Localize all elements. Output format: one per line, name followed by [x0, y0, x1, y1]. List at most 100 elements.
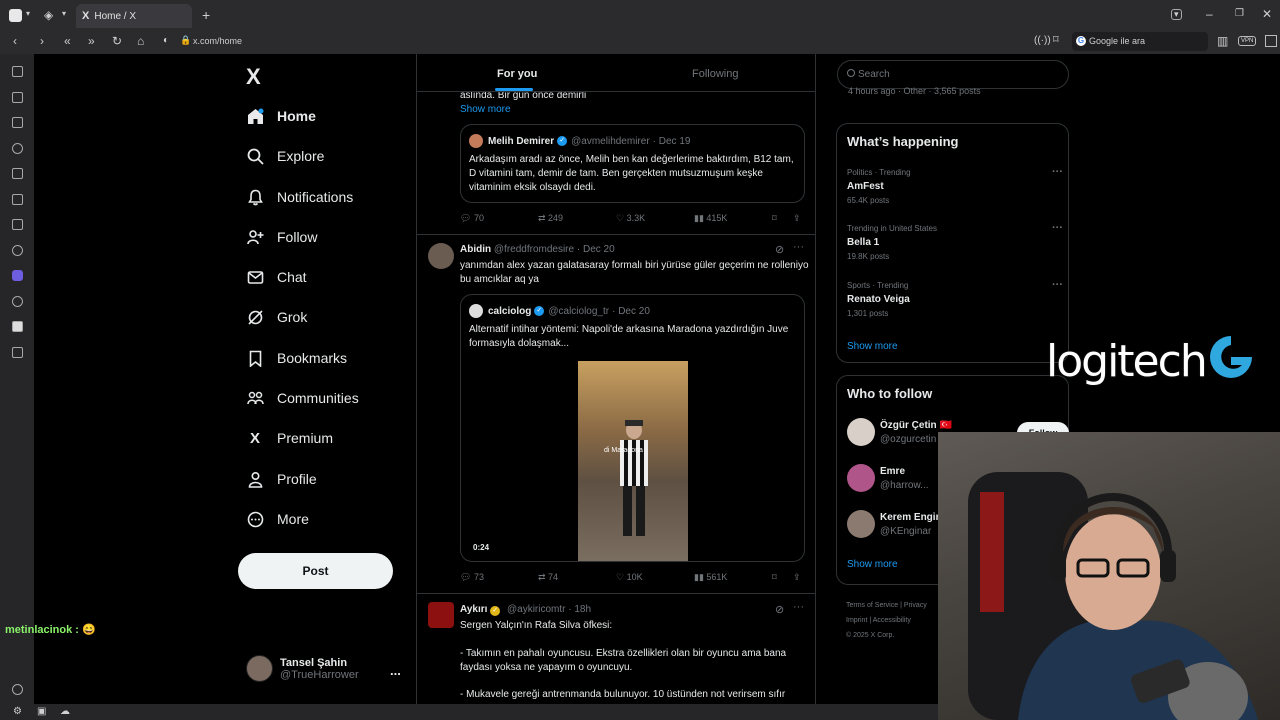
- browser-tab[interactable]: X Home / X: [76, 4, 192, 28]
- nav-profile[interactable]: Profile: [246, 465, 317, 493]
- share-icon[interactable]: ⇪: [793, 572, 801, 583]
- home-page-icon[interactable]: ⌂: [137, 35, 144, 47]
- rewind-icon[interactable]: «: [64, 35, 71, 47]
- bookmark-icon[interactable]: ⌑: [772, 213, 777, 224]
- settings-gear-icon[interactable]: ⚙: [13, 707, 22, 717]
- like-button[interactable]: ♡ 3.3K: [616, 213, 645, 224]
- account-switcher[interactable]: Tansel Şahin @TrueHarrower: [246, 655, 359, 682]
- suggestion-name: Özgür Çetin 🇹🇷: [880, 419, 952, 431]
- nav-grok[interactable]: Grok: [246, 303, 307, 331]
- bookmarks-panel-icon[interactable]: [12, 66, 23, 77]
- quoted-tweet[interactable]: calciolog ✓ @calciolog_tr · Dec 20 Alter…: [460, 294, 805, 562]
- more-icon[interactable]: ···: [1052, 222, 1063, 234]
- reply-button[interactable]: 💬︎ 73: [460, 572, 484, 583]
- bookmark-page-icon[interactable]: ⌑: [1053, 35, 1059, 46]
- close-icon[interactable]: ✕: [1262, 8, 1272, 20]
- show-more-link[interactable]: Show more: [847, 559, 898, 570]
- vpn-button[interactable]: VPN: [1238, 36, 1257, 46]
- footer-imprint-link[interactable]: Imprint: [846, 617, 867, 624]
- panel-icon[interactable]: [1265, 35, 1277, 47]
- cloud-icon[interactable]: ☁: [60, 707, 70, 717]
- nav-more[interactable]: More: [246, 505, 309, 533]
- wikipedia-icon[interactable]: [12, 321, 23, 332]
- settings-icon[interactable]: [12, 684, 23, 695]
- fast-forward-icon[interactable]: »: [88, 35, 95, 47]
- footer-terms-link[interactable]: Terms of Service: [846, 602, 898, 609]
- nav-communities[interactable]: Communities: [246, 384, 359, 412]
- mastodon-icon[interactable]: [12, 270, 23, 281]
- bookmark-icon[interactable]: ⌑: [772, 572, 777, 583]
- reading-list-icon[interactable]: [12, 92, 23, 103]
- window-panel-icon[interactable]: [12, 194, 23, 205]
- trend-item[interactable]: Politics · Trending AmFest 65.4K posts ·…: [847, 166, 1063, 205]
- nav-bookmarks[interactable]: Bookmarks: [246, 344, 347, 372]
- lock-icon: 🔒: [180, 35, 192, 45]
- footer-privacy-link[interactable]: Privacy: [904, 602, 927, 609]
- more-icon[interactable]: ···: [1052, 166, 1063, 178]
- tweet-author-name[interactable]: Aykırı: [460, 604, 487, 615]
- chat-panel-icon[interactable]: [12, 245, 23, 256]
- footer-accessibility-link[interactable]: Accessibility: [873, 617, 911, 624]
- nav-more-label: More: [277, 511, 309, 527]
- nav-chat[interactable]: Chat: [246, 263, 307, 291]
- translate-icon[interactable]: [12, 219, 23, 230]
- avatar[interactable]: [428, 602, 454, 628]
- follow-suggestion[interactable]: Kerem Engin @KEnginar: [847, 510, 942, 538]
- vivaldi-menu-icon[interactable]: [9, 9, 22, 22]
- nav-notifications[interactable]: Notifications: [246, 183, 353, 211]
- url-field[interactable]: x.com/home: [193, 36, 242, 46]
- quoted-tweet[interactable]: Melih Demirer ✓ @avmelihdemirer · Dec 19…: [460, 124, 805, 203]
- reload-icon[interactable]: ↻: [112, 35, 122, 47]
- show-more-link[interactable]: Show more: [847, 341, 898, 352]
- extensions-icon[interactable]: ▥: [1217, 35, 1228, 47]
- nav-follow[interactable]: Follow: [246, 223, 317, 251]
- tweet-author-name[interactable]: Abidin: [460, 244, 491, 255]
- account-more-icon[interactable]: ...: [390, 663, 401, 678]
- share-icon[interactable]: ⇪: [793, 213, 801, 224]
- forward-icon[interactable]: ›: [40, 35, 44, 47]
- broadcast-icon[interactable]: ((·)): [1034, 36, 1051, 46]
- bell-icon: [246, 188, 264, 206]
- browser-search-field[interactable]: G Google ile ara: [1072, 32, 1208, 51]
- new-tab-icon[interactable]: +: [202, 8, 210, 22]
- views-button[interactable]: ▮▮ 561K: [694, 572, 727, 583]
- grok-icon[interactable]: ⊘: [775, 603, 784, 616]
- reply-button[interactable]: 💬︎ 70: [460, 213, 484, 224]
- views-button[interactable]: ▮▮ 415K: [694, 213, 727, 224]
- search-input[interactable]: Search: [837, 60, 1069, 89]
- back-icon[interactable]: ‹: [13, 35, 17, 47]
- nav-home[interactable]: Home: [246, 102, 316, 130]
- chevron-down-icon[interactable]: ▾: [26, 10, 30, 18]
- minimize-icon[interactable]: –: [1206, 8, 1213, 20]
- shield-icon[interactable]: ◐: [163, 36, 169, 46]
- more-icon[interactable]: ···: [793, 601, 804, 613]
- tiling-icon[interactable]: ▣: [37, 707, 46, 717]
- grok-icon[interactable]: ⊘: [775, 243, 784, 256]
- web-panel-icon[interactable]: [12, 296, 23, 307]
- add-panel-icon[interactable]: [12, 347, 23, 358]
- show-more-link[interactable]: Show more: [460, 104, 511, 115]
- tab-list-icon[interactable]: ▾: [1171, 9, 1182, 20]
- x-logo[interactable]: X: [246, 64, 261, 90]
- notes-icon[interactable]: [12, 168, 23, 179]
- avatar[interactable]: [428, 243, 454, 269]
- chevron-down-icon[interactable]: ▾: [62, 10, 66, 18]
- video-thumbnail[interactable]: di Maradona: [578, 361, 688, 561]
- nav-premium[interactable]: X Premium: [246, 424, 333, 452]
- more-icon[interactable]: ···: [793, 241, 804, 253]
- follow-suggestion[interactable]: Emre @harrow...: [847, 464, 929, 492]
- more-icon[interactable]: ···: [1052, 279, 1063, 291]
- workspaces-icon[interactable]: ◈: [44, 9, 53, 21]
- history-icon[interactable]: [12, 143, 23, 154]
- maximize-icon[interactable]: ❐: [1235, 9, 1244, 19]
- repost-button[interactable]: ⇄ 249: [538, 213, 563, 224]
- trend-item[interactable]: Trending in United States Bella 1 19.8K …: [847, 222, 1063, 261]
- tab-for-you[interactable]: For you: [497, 68, 537, 80]
- post-button[interactable]: Post: [238, 553, 393, 589]
- nav-explore[interactable]: Explore: [246, 142, 324, 170]
- repost-button[interactable]: ⇄ 74: [538, 572, 558, 583]
- tab-following[interactable]: Following: [692, 68, 738, 80]
- downloads-icon[interactable]: [12, 117, 23, 128]
- trend-item[interactable]: Sports · Trending Renato Veiga 1,301 pos…: [847, 279, 1063, 318]
- like-button[interactable]: ♡ 10K: [616, 572, 643, 583]
